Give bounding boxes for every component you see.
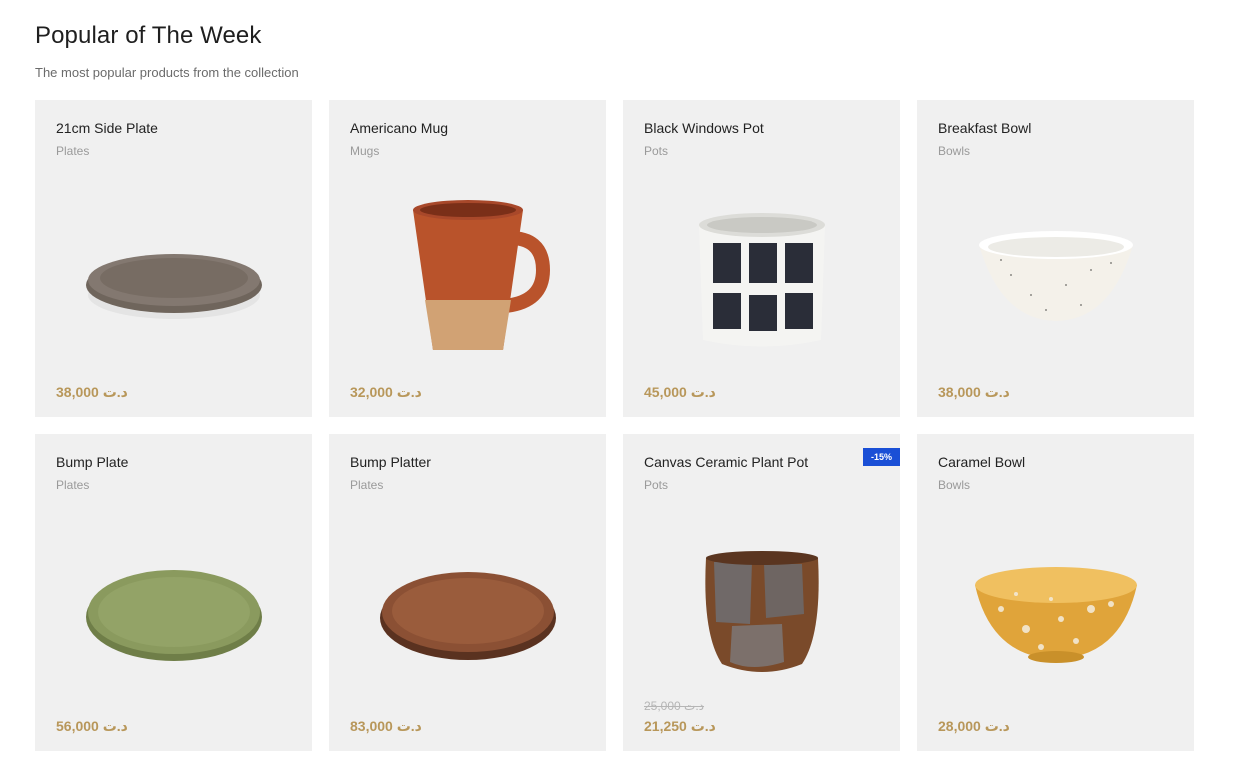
product-category[interactable]: Bowls xyxy=(938,478,970,492)
product-name[interactable]: Black Windows Pot xyxy=(644,120,764,136)
product-category[interactable]: Plates xyxy=(56,144,89,158)
plate-brown-icon xyxy=(379,572,556,660)
product-card[interactable]: 21cm Side Plate Plates 38,000 د.ت xyxy=(35,100,312,417)
product-price: 38,000 د.ت xyxy=(56,384,128,400)
product-card[interactable]: Bump Platter Plates 83,000 د.ت xyxy=(329,434,606,751)
product-card[interactable]: Caramel Bowl Bowls 28,000 د.ت xyxy=(917,434,1194,751)
product-category[interactable]: Plates xyxy=(56,478,89,492)
product-image[interactable] xyxy=(623,170,900,390)
plate-gray-icon xyxy=(85,254,262,319)
product-price: 21,250 د.ت xyxy=(644,718,716,734)
pot-canvas-icon xyxy=(704,551,819,672)
product-image[interactable] xyxy=(329,170,606,390)
product-category[interactable]: Plates xyxy=(350,478,383,492)
product-price: 38,000 د.ت xyxy=(938,384,1010,400)
product-category[interactable]: Pots xyxy=(644,478,668,492)
product-price: 45,000 د.ت xyxy=(644,384,716,400)
product-image[interactable] xyxy=(917,504,1194,724)
product-card[interactable]: Bump Plate Plates 56,000 د.ت xyxy=(35,434,312,751)
product-name[interactable]: Breakfast Bowl xyxy=(938,120,1031,136)
product-category[interactable]: Mugs xyxy=(350,144,379,158)
product-price: 28,000 د.ت xyxy=(938,718,1010,734)
product-card[interactable]: -15% Canvas Ceramic Plant Pot Pots 25,00… xyxy=(623,434,900,751)
section-subtitle: The most popular products from the colle… xyxy=(35,65,299,80)
product-name[interactable]: Americano Mug xyxy=(350,120,448,136)
product-name[interactable]: Bump Plate xyxy=(56,454,128,470)
product-image[interactable] xyxy=(329,504,606,724)
product-price: 56,000 د.ت xyxy=(56,718,128,734)
product-image[interactable] xyxy=(35,170,312,390)
product-old-price: 25,000 د.ت xyxy=(644,699,705,713)
product-grid: 21cm Side Plate Plates 38,000 د.ت Americ… xyxy=(35,100,1195,751)
product-card[interactable]: Breakfast Bowl Bowls 38,000 د.ت xyxy=(917,100,1194,417)
product-image[interactable] xyxy=(35,504,312,724)
product-name[interactable]: Caramel Bowl xyxy=(938,454,1025,470)
product-name[interactable]: 21cm Side Plate xyxy=(56,120,158,136)
discount-badge: -15% xyxy=(862,448,900,466)
product-name[interactable]: Bump Platter xyxy=(350,454,431,470)
product-image[interactable] xyxy=(917,170,1194,390)
mug-icon xyxy=(412,200,550,350)
product-category[interactable]: Pots xyxy=(644,144,668,158)
section-title: Popular of The Week xyxy=(35,22,262,49)
product-name[interactable]: Canvas Ceramic Plant Pot xyxy=(644,454,808,470)
product-card[interactable]: Black Windows Pot Pots 45,000 د.ت xyxy=(623,100,900,417)
product-card[interactable]: Americano Mug Mugs 32,000 د.ت xyxy=(329,100,606,417)
bowl-white-icon xyxy=(978,231,1133,321)
product-price: 32,000 د.ت xyxy=(350,384,422,400)
product-category[interactable]: Bowls xyxy=(938,144,970,158)
product-image[interactable] xyxy=(623,504,900,724)
product-price: 83,000 د.ت xyxy=(350,718,422,734)
plate-green-icon xyxy=(85,570,262,661)
pot-windows-icon xyxy=(698,213,825,347)
bowl-caramel-icon xyxy=(974,567,1137,663)
